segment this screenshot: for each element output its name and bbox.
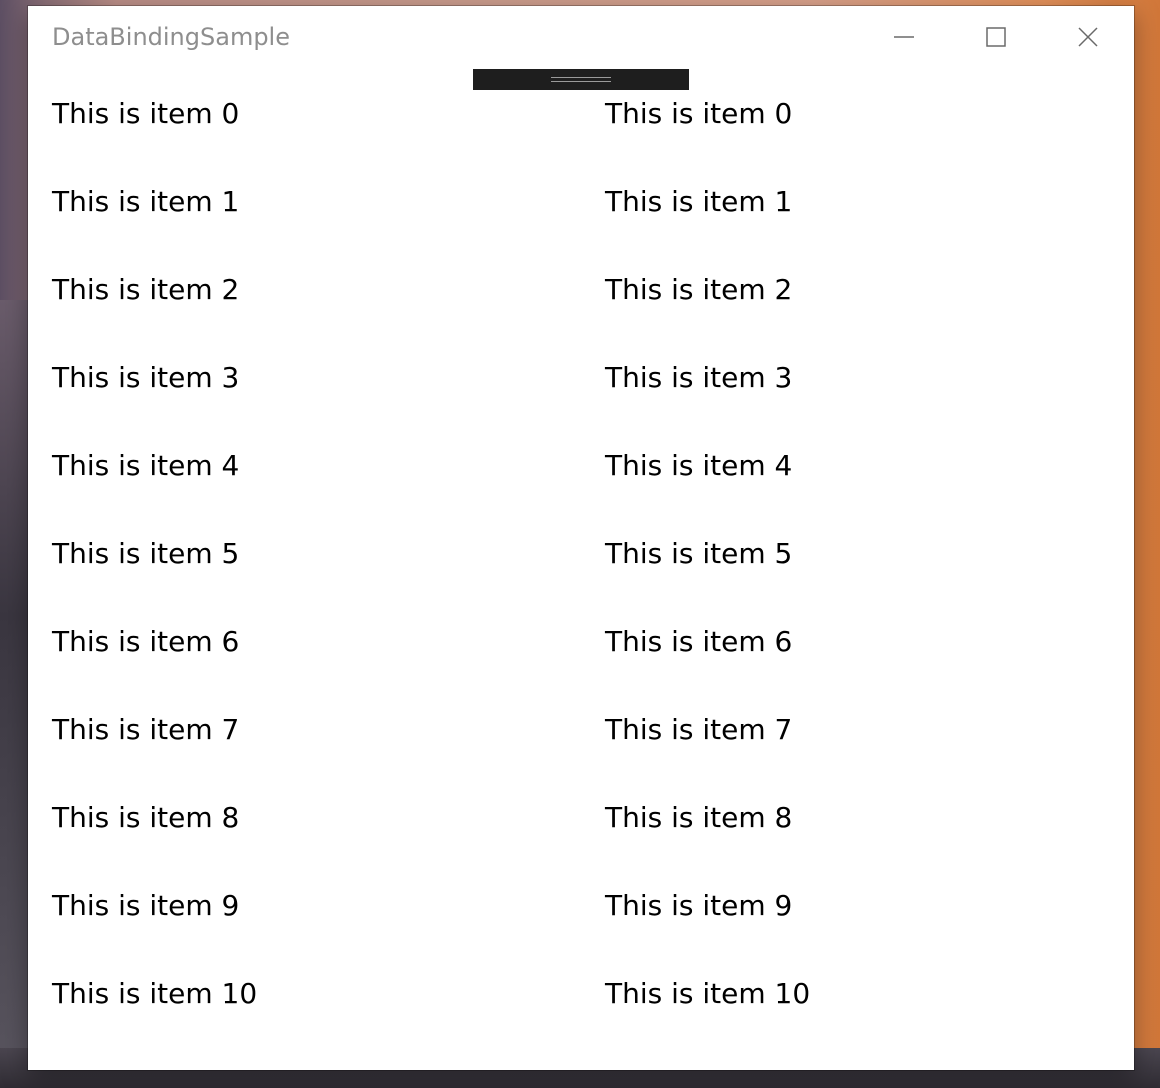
list-item[interactable]: This is item 2 bbox=[605, 270, 1105, 358]
list-item[interactable]: This is item 9 bbox=[605, 886, 1105, 974]
maximize-icon bbox=[985, 26, 1007, 48]
list-item[interactable]: This is item 4 bbox=[605, 446, 1105, 534]
minimize-icon bbox=[893, 26, 915, 48]
title-bar[interactable]: DataBindingSample bbox=[28, 6, 1134, 68]
list-item[interactable]: This is item 6 bbox=[605, 622, 1105, 710]
left-item-list[interactable]: This is item 0 This is item 1 This is it… bbox=[52, 94, 552, 1062]
close-button[interactable] bbox=[1042, 6, 1134, 68]
list-item[interactable]: This is item 0 bbox=[605, 94, 1105, 182]
list-item[interactable]: This is item 5 bbox=[52, 534, 552, 622]
list-item[interactable]: This is item 1 bbox=[605, 182, 1105, 270]
minimize-button[interactable] bbox=[858, 6, 950, 68]
list-item[interactable]: This is item 2 bbox=[52, 270, 552, 358]
list-item[interactable]: This is item 6 bbox=[52, 622, 552, 710]
splitter-drag-handle[interactable] bbox=[473, 69, 689, 90]
list-item[interactable]: This is item 8 bbox=[605, 798, 1105, 886]
list-item[interactable]: This is item 0 bbox=[52, 94, 552, 182]
window-title: DataBindingSample bbox=[52, 23, 290, 51]
list-item[interactable]: This is item 7 bbox=[52, 710, 552, 798]
list-item[interactable]: This is item 5 bbox=[605, 534, 1105, 622]
close-icon bbox=[1077, 26, 1099, 48]
grip-icon bbox=[551, 77, 611, 82]
desktop-background-left bbox=[0, 300, 28, 1088]
list-item[interactable]: This is item 3 bbox=[52, 358, 552, 446]
list-item[interactable]: This is item 9 bbox=[52, 886, 552, 974]
list-item[interactable]: This is item 4 bbox=[52, 446, 552, 534]
app-window: DataBindingSample This is item 0 This is… bbox=[28, 6, 1134, 1070]
list-item[interactable]: This is item 7 bbox=[605, 710, 1105, 798]
maximize-button[interactable] bbox=[950, 6, 1042, 68]
right-item-list[interactable]: This is item 0 This is item 1 This is it… bbox=[605, 94, 1105, 1062]
list-item[interactable]: This is item 10 bbox=[605, 974, 1105, 1062]
list-item[interactable]: This is item 8 bbox=[52, 798, 552, 886]
list-item[interactable]: This is item 3 bbox=[605, 358, 1105, 446]
list-item[interactable]: This is item 1 bbox=[52, 182, 552, 270]
list-item[interactable]: This is item 10 bbox=[52, 974, 552, 1062]
